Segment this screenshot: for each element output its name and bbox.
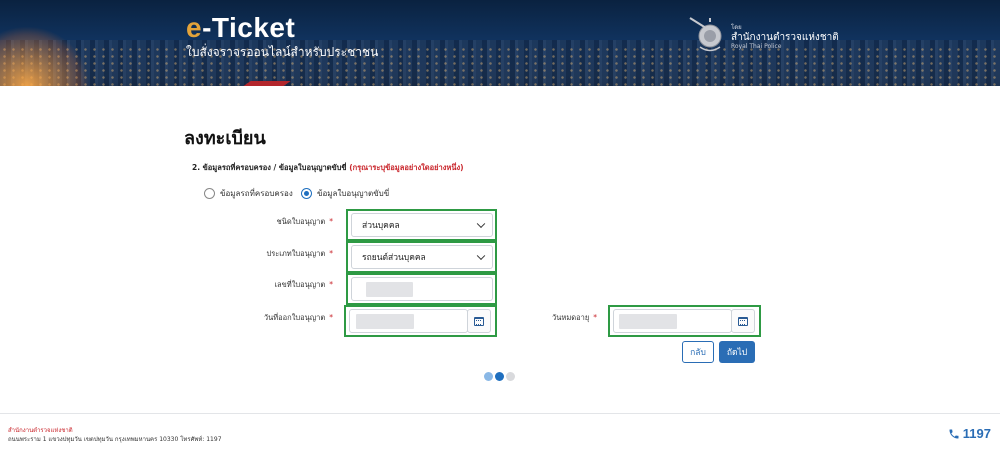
step-dot [484, 372, 493, 381]
expiry-date-calendar-button[interactable] [731, 309, 755, 333]
issue-date-label: วันที่ออกใบอนุญาต * [264, 312, 333, 324]
section-label: 2. ข้อมูลรถที่ครอบครอง / ข้อมูลใบอนุญาตข… [192, 163, 347, 172]
redacted-value [356, 314, 414, 329]
back-button[interactable]: กลับ [682, 341, 714, 363]
license-type-select[interactable]: รถยนต์ส่วนบุคคล [351, 245, 493, 269]
footer-divider [0, 413, 1000, 414]
required-mark: * [329, 249, 333, 258]
required-mark: * [329, 217, 333, 226]
radio-vehicle-label: ข้อมูลรถที่ครอบครอง [220, 189, 293, 198]
calendar-icon [738, 316, 748, 326]
calendar-icon [474, 316, 484, 326]
expiry-date-label: วันหมดอายุ * [552, 312, 597, 324]
license-category-value: ส่วนบุคคล [362, 221, 400, 231]
issue-date-label-text: วันที่ออกใบอนุญาต [263, 313, 326, 322]
page-title: ลงทะเบียน [184, 128, 266, 149]
chevron-down-icon [476, 251, 486, 261]
banner-road-lights [0, 26, 90, 86]
header-banner [0, 0, 1000, 113]
brand-title[interactable]: e-Ticket [186, 12, 295, 44]
issue-date-input[interactable] [349, 309, 468, 333]
redacted-value [619, 314, 677, 329]
required-mark: * [329, 313, 333, 322]
issue-date-calendar-button[interactable] [467, 309, 491, 333]
radio-option-vehicle[interactable]: ข้อมูลรถที่ครอบครอง [204, 187, 293, 200]
chevron-down-icon [476, 219, 486, 229]
radio-license-label: ข้อมูลใบอนุญาตขับขี่ [317, 189, 390, 198]
expiry-date-input[interactable] [613, 309, 732, 333]
license-number-label-text: เลขที่ใบอนุญาต [274, 280, 326, 289]
footer-address: ถนนพระราม 1 แขวงปทุมวัน เขตปทุมวัน กรุงเ… [8, 436, 222, 443]
license-number-input[interactable] [351, 277, 493, 301]
license-type-value: รถยนต์ส่วนบุคคล [362, 253, 426, 263]
license-category-label-text: ชนิดใบอนุญาต [276, 217, 326, 226]
license-type-label: ประเภทใบอนุญาต * [266, 248, 333, 260]
banner-city-lights [0, 46, 1000, 86]
license-type-label-text: ประเภทใบอนุญาต [266, 249, 326, 258]
step-indicator [484, 372, 515, 381]
redacted-value [366, 282, 413, 297]
agency-name-en: Royal Thai Police [731, 43, 782, 50]
step-dot [495, 372, 504, 381]
footer-phone-number: 1197 [962, 426, 991, 441]
banner-bottom-band [0, 86, 1000, 113]
brand-subtitle: ใบสั่งจราจรออนไลน์สำหรับประชาชน [186, 45, 379, 59]
required-mark: * [329, 280, 333, 289]
required-mark: * [593, 313, 597, 322]
expiry-date-label-text: วันหมดอายุ [552, 313, 590, 322]
section-heading: 2. ข้อมูลรถที่ครอบครอง / ข้อมูลใบอนุญาตข… [192, 162, 464, 174]
phone-icon [949, 429, 959, 438]
step-dot [506, 372, 515, 381]
radio-option-license[interactable]: ข้อมูลใบอนุญาตขับขี่ [301, 187, 389, 200]
license-category-label: ชนิดใบอนุญาต * [277, 216, 333, 228]
brand-prefix: e [186, 12, 203, 43]
section-hint: (กรุณาระบุข้อมูลอย่างใดอย่างหนึ่ง) [349, 163, 464, 172]
license-category-select[interactable]: ส่วนบุคคล [351, 213, 493, 237]
footer-phone-link[interactable]: 1197 [948, 426, 991, 441]
brand-rest: -Ticket [202, 12, 296, 43]
next-button[interactable]: ถัดไป [719, 341, 755, 363]
license-number-label: เลขที่ใบอนุญาต * [274, 279, 333, 291]
police-emblem-icon [689, 17, 722, 52]
radio-license-circle[interactable] [301, 188, 312, 199]
radio-vehicle-circle[interactable] [204, 188, 215, 199]
